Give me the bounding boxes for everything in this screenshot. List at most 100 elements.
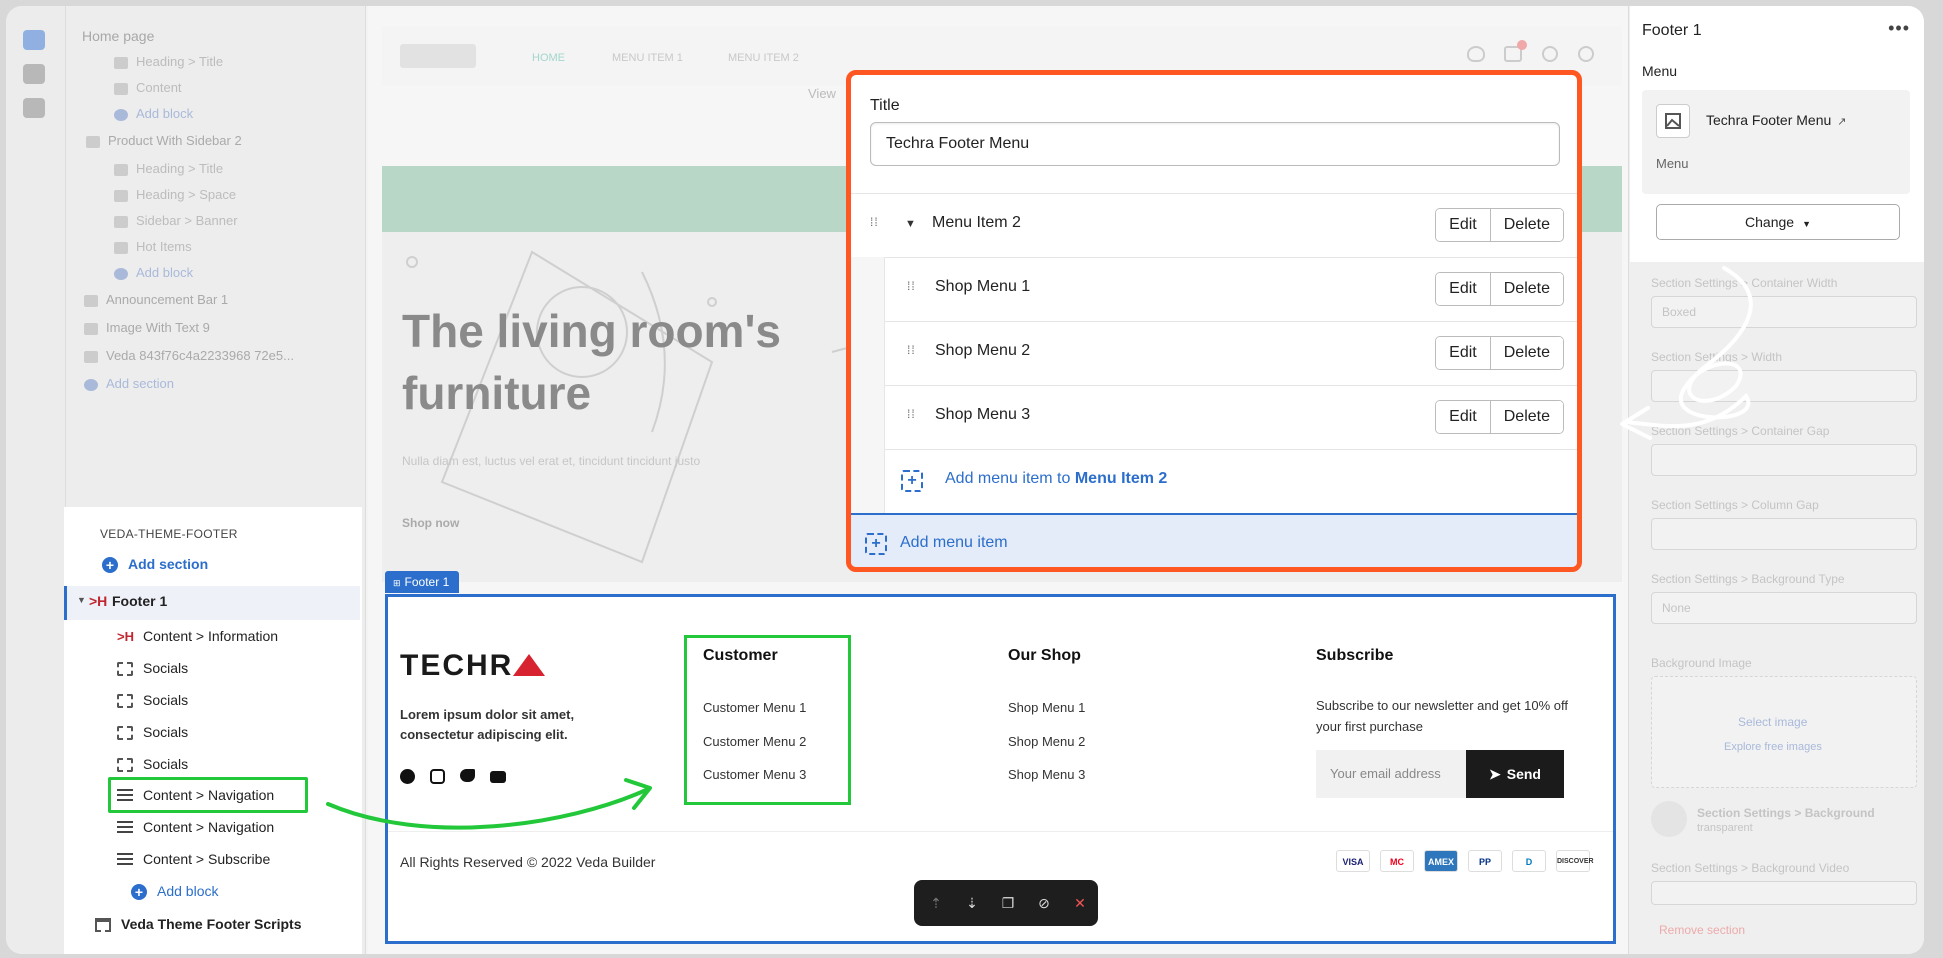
tree-row[interactable]: Heading > Title bbox=[114, 161, 223, 181]
drag-handle-icon[interactable]: ⁞⁞ bbox=[907, 408, 917, 426]
edit-button[interactable]: Edit bbox=[1436, 337, 1490, 369]
tree-row[interactable]: Veda 843f76c4a2233968 72e5... bbox=[84, 348, 294, 368]
settings-label: Section Settings > Background Video bbox=[1651, 861, 1850, 875]
delete-button[interactable]: Delete bbox=[1489, 337, 1563, 369]
drag-handle-icon[interactable]: ⁞⁞ bbox=[907, 344, 917, 362]
customer-link[interactable]: Customer Menu 3 bbox=[703, 767, 806, 782]
delete-button[interactable]: Delete bbox=[1489, 401, 1563, 433]
tree-item-footer-scripts[interactable]: Veda Theme Footer Scripts bbox=[95, 911, 302, 937]
submenu-item-row[interactable]: ⁞⁞ Shop Menu 2 Edit Delete bbox=[885, 321, 1577, 385]
footer-icon: >H bbox=[89, 593, 108, 609]
nav-menu-item-2[interactable]: MENU ITEM 2 bbox=[728, 52, 799, 64]
add-child-row[interactable]: + Add menu item to Menu Item 2 bbox=[885, 449, 1577, 513]
menu-title-input[interactable]: Techra Footer Menu bbox=[870, 122, 1560, 166]
container-width-select[interactable]: Boxed bbox=[1651, 296, 1917, 328]
tree-row[interactable]: Hot Items bbox=[114, 239, 192, 259]
add-dashed-icon: + bbox=[865, 533, 887, 555]
nav-menu-item-1[interactable]: MENU ITEM 1 bbox=[612, 52, 683, 64]
menu-settings-popover: Footer 1 ••• Menu Techra Footer Menu ↗ Me… bbox=[1630, 6, 1924, 262]
menu-card[interactable]: Techra Footer Menu ↗ Menu bbox=[1642, 90, 1910, 194]
tree-row[interactable]: Heading > Space bbox=[114, 187, 236, 207]
delete-icon[interactable]: ✕ bbox=[1072, 895, 1088, 911]
chevron-down-icon[interactable]: ▼ bbox=[77, 595, 86, 605]
container-gap-input[interactable] bbox=[1651, 444, 1917, 476]
dashed-box-icon bbox=[117, 662, 133, 677]
delete-button[interactable]: Delete bbox=[1489, 273, 1563, 305]
tree-item-socials[interactable]: Socials bbox=[117, 655, 188, 681]
tree-item-footer-1[interactable]: ▼ >H Footer 1 bbox=[64, 586, 360, 620]
shop-link[interactable]: Shop Menu 3 bbox=[1008, 767, 1085, 782]
menu-name[interactable]: Techra Footer Menu ↗ bbox=[1706, 112, 1847, 128]
heart-icon[interactable] bbox=[1467, 46, 1485, 62]
edit-button[interactable]: Edit bbox=[1436, 401, 1490, 433]
section-tag[interactable]: ⊞ Footer 1 bbox=[385, 571, 460, 593]
external-link-icon[interactable]: ↗ bbox=[1837, 116, 1846, 128]
tree-item-content-information[interactable]: >H Content > Information bbox=[117, 623, 278, 649]
customer-link[interactable]: Customer Menu 1 bbox=[703, 700, 806, 715]
twitter-icon[interactable] bbox=[460, 769, 475, 782]
search-icon[interactable] bbox=[1542, 46, 1558, 62]
submenu-item-row[interactable]: ⁞⁞ Shop Menu 1 Edit Delete bbox=[885, 257, 1577, 321]
brush-icon[interactable] bbox=[23, 64, 45, 84]
chevron-down-icon[interactable]: ▼ bbox=[905, 218, 916, 230]
dashed-box-icon bbox=[117, 758, 133, 773]
add-section-button[interactable]: + Add section bbox=[102, 551, 208, 577]
tree-add-block[interactable]: Add block bbox=[114, 265, 193, 285]
menu-item-row[interactable]: ⁞⁞ ▼ Menu Item 2 Edit Delete bbox=[851, 193, 1577, 257]
drag-handle-icon[interactable]: ⁞⁞ bbox=[870, 216, 880, 234]
youtube-icon[interactable] bbox=[490, 771, 506, 783]
drag-handle-icon[interactable]: ⁞⁞ bbox=[907, 280, 917, 298]
tree-item-socials[interactable]: Socials bbox=[117, 687, 188, 713]
tree-row[interactable]: Image With Text 9 bbox=[84, 320, 210, 340]
shop-now-link[interactable]: Shop now bbox=[402, 516, 459, 530]
menu-item-label: Shop Menu 3 bbox=[935, 406, 1031, 423]
layers-icon[interactable] bbox=[23, 30, 45, 50]
tree-item-content-navigation[interactable]: Content > Navigation bbox=[117, 814, 274, 840]
tree-row[interactable]: Sidebar > Banner bbox=[114, 213, 238, 233]
submenu-item-row[interactable]: ⁞⁞ Shop Menu 3 Edit Delete bbox=[885, 385, 1577, 449]
color-swatch[interactable] bbox=[1651, 801, 1687, 837]
hide-icon[interactable]: ⊘ bbox=[1036, 895, 1052, 911]
background-image-dropzone[interactable]: Select image Explore free images bbox=[1651, 676, 1917, 788]
width-input[interactable] bbox=[1651, 370, 1917, 402]
footer-icon: >H bbox=[117, 629, 134, 644]
email-input[interactable]: Your email address bbox=[1316, 750, 1466, 798]
tree-header: Home page bbox=[82, 28, 155, 44]
facebook-icon[interactable] bbox=[400, 769, 415, 784]
tree-row[interactable]: Announcement Bar 1 bbox=[84, 292, 228, 312]
column-gap-input[interactable] bbox=[1651, 518, 1917, 550]
shop-link[interactable]: Shop Menu 1 bbox=[1008, 700, 1085, 715]
delete-button[interactable]: Delete bbox=[1489, 209, 1563, 241]
remove-section-button[interactable]: Remove section bbox=[1659, 923, 1745, 937]
duplicate-icon[interactable]: ❐ bbox=[1000, 895, 1016, 911]
move-up-icon[interactable]: ⇡ bbox=[928, 895, 944, 911]
customer-link[interactable]: Customer Menu 2 bbox=[703, 734, 806, 749]
instagram-icon[interactable] bbox=[430, 769, 445, 784]
blocks-icon[interactable] bbox=[23, 98, 45, 118]
tree-item-socials[interactable]: Socials bbox=[117, 751, 188, 777]
move-down-icon[interactable]: ⇣ bbox=[964, 895, 980, 911]
change-button[interactable]: Change ▼ bbox=[1656, 204, 1900, 240]
shop-link[interactable]: Shop Menu 2 bbox=[1008, 734, 1085, 749]
edit-button[interactable]: Edit bbox=[1436, 273, 1490, 305]
tree-row[interactable]: Heading > Title bbox=[114, 54, 223, 74]
tree-add-section[interactable]: Add section bbox=[84, 376, 174, 396]
view-link[interactable]: View bbox=[808, 86, 836, 101]
edit-button[interactable]: Edit bbox=[1436, 209, 1490, 241]
send-icon: ➤ bbox=[1489, 766, 1501, 782]
item-actions: Edit Delete bbox=[1435, 336, 1564, 370]
item-actions: Edit Delete bbox=[1435, 208, 1564, 242]
nav-home[interactable]: HOME bbox=[532, 52, 565, 64]
tree-item-socials[interactable]: Socials bbox=[117, 719, 188, 745]
background-video-input[interactable] bbox=[1651, 881, 1917, 905]
background-type-select[interactable]: None bbox=[1651, 592, 1917, 624]
tree-item-content-subscribe[interactable]: Content > Subscribe bbox=[117, 846, 270, 872]
tree-add-block[interactable]: Add block bbox=[114, 106, 193, 126]
account-icon[interactable] bbox=[1578, 46, 1594, 62]
add-block-button[interactable]: + Add block bbox=[131, 878, 218, 904]
add-menu-item-button[interactable]: + Add menu item bbox=[851, 513, 1577, 567]
send-button[interactable]: ➤ Send bbox=[1466, 750, 1564, 798]
tree-row[interactable]: Content bbox=[114, 80, 182, 100]
more-icon[interactable]: ••• bbox=[1888, 18, 1910, 39]
tree-row[interactable]: Product With Sidebar 2 bbox=[86, 133, 242, 153]
